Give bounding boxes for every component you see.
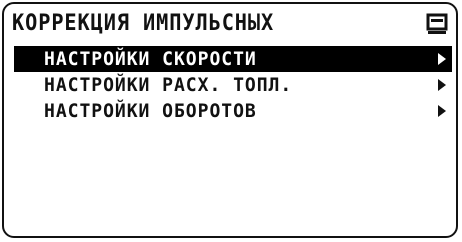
menu-item-speed-settings[interactable]: НАСТРОЙКИ СКОРОСТИ: [14, 46, 452, 72]
arrow-right-icon: [438, 105, 446, 117]
page-title: КОРРЕКЦИЯ ИМПУЛЬСНЫХ: [12, 11, 275, 36]
menu-item-fuel-settings[interactable]: НАСТРОЙКИ РАСХ. ТОПЛ.: [14, 72, 452, 98]
menu-item-label: НАСТРОЙКИ РАСХ. ТОПЛ.: [44, 74, 293, 96]
display-screen: КОРРЕКЦИЯ ИМПУЛЬСНЫХ НАСТРОЙКИ СКОРОСТИ …: [2, 2, 458, 238]
menu-item-label: НАСТРОЙКИ СКОРОСТИ: [44, 48, 257, 70]
menu-list-icon: [426, 13, 448, 34]
menu-item-rpm-settings[interactable]: НАСТРОЙКИ ОБОРОТОВ: [14, 98, 452, 124]
menu-list: НАСТРОЙКИ СКОРОСТИ НАСТРОЙКИ РАСХ. ТОПЛ.…: [14, 46, 452, 124]
menu-item-label: НАСТРОЙКИ ОБОРОТОВ: [44, 100, 257, 122]
arrow-right-icon: [438, 53, 446, 65]
arrow-right-icon: [438, 79, 446, 91]
